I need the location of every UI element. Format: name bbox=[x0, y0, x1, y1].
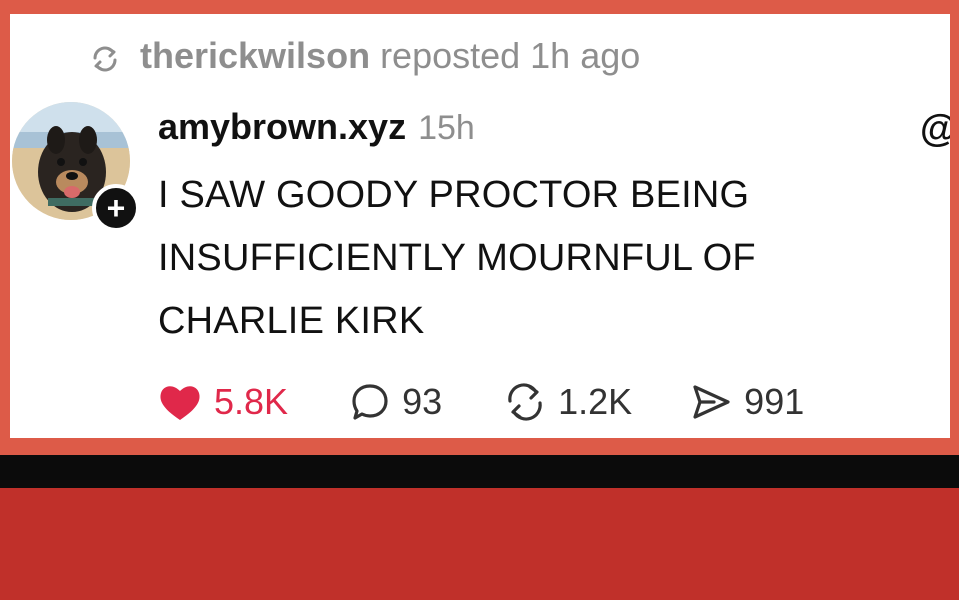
repost-username[interactable]: therickwilson bbox=[140, 35, 370, 76]
share-button[interactable]: 991 bbox=[690, 381, 804, 423]
like-count: 5.8K bbox=[214, 381, 289, 422]
overflow-icon[interactable]: @ bbox=[920, 108, 950, 151]
repost-icon bbox=[504, 382, 546, 422]
post-timestamp: 15h bbox=[418, 109, 475, 147]
repost-count: 1.2K bbox=[558, 381, 633, 422]
action-bar: 5.8K 93 1.2K 991 bbox=[158, 380, 804, 424]
follow-badge[interactable]: + bbox=[92, 184, 140, 232]
heart-icon bbox=[158, 382, 202, 422]
repost-status-text: reposted 1h ago bbox=[380, 35, 641, 76]
bottom-background bbox=[0, 488, 959, 600]
repost-icon bbox=[90, 41, 120, 72]
reply-count: 93 bbox=[402, 381, 443, 422]
author-username[interactable]: amybrown.xyz bbox=[158, 106, 406, 148]
reply-button[interactable]: 93 bbox=[350, 381, 442, 423]
black-divider-band bbox=[0, 455, 959, 488]
post-header: amybrown.xyz 15h bbox=[158, 106, 475, 150]
share-count: 991 bbox=[744, 381, 805, 422]
share-icon bbox=[690, 382, 732, 422]
repost-button[interactable]: 1.2K bbox=[504, 381, 632, 423]
post-card: therickwilson reposted 1h ago + amybrown.… bbox=[10, 14, 950, 438]
like-button[interactable]: 5.8K bbox=[158, 381, 288, 423]
post-text: I SAW GOODY PROCTOR BEING INSUFFICIENTLY… bbox=[158, 174, 756, 342]
comment-icon bbox=[350, 382, 390, 422]
repost-header: therickwilson reposted 1h ago bbox=[90, 34, 640, 78]
